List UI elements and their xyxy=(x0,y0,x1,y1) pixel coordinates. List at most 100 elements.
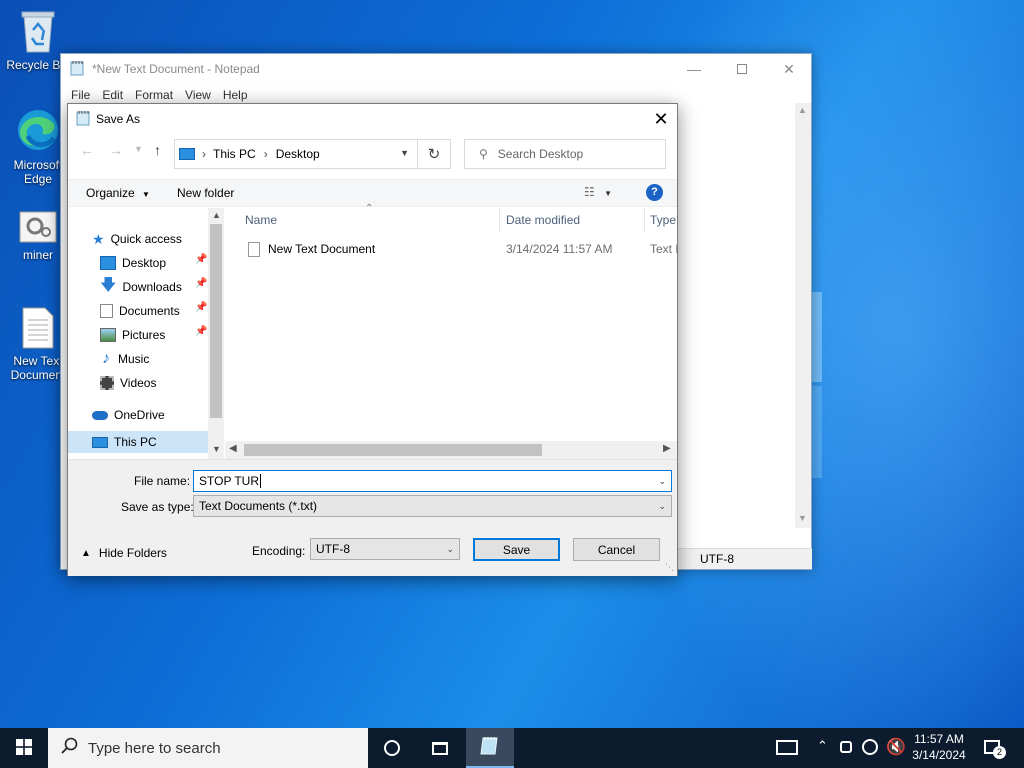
view-options-icon[interactable]: ☷ ▼ xyxy=(584,185,612,199)
pin-icon: 📌 xyxy=(195,254,208,265)
desktop-folder-icon xyxy=(100,256,116,270)
save-as-type-select[interactable]: Text Documents (*.txt) ⌄ xyxy=(193,495,672,517)
organize-button[interactable]: Organize ▼ xyxy=(86,186,150,200)
dialog-title: Save As xyxy=(96,112,141,126)
taskbar: Type here to search ⌃ 🔇 11:57 AM 3/14/20… xyxy=(0,728,1024,768)
search-icon xyxy=(61,737,79,759)
task-view-button[interactable] xyxy=(416,728,464,768)
taskbar-notepad-button[interactable] xyxy=(466,728,514,768)
back-arrow-icon[interactable]: ← xyxy=(80,142,94,158)
address-bar[interactable]: › This PC › Desktop ▼ xyxy=(174,139,418,169)
scroll-thumb[interactable] xyxy=(244,444,542,456)
minimize-button[interactable]: — xyxy=(671,54,717,84)
menu-file[interactable]: File xyxy=(65,88,96,102)
save-label: Save xyxy=(502,542,531,557)
clock[interactable]: 11:57 AM 3/14/2024 xyxy=(906,731,972,763)
encoding-label: Encoding: xyxy=(252,544,306,558)
news-widget-icon[interactable] xyxy=(776,740,798,755)
refresh-icon: ↻ xyxy=(427,146,441,163)
scroll-right-icon[interactable]: ▶ xyxy=(663,443,671,454)
notepad-vertical-scrollbar[interactable]: ▲ ▼ xyxy=(795,103,811,528)
close-icon: ✕ xyxy=(783,60,795,77)
nav-label: Videos xyxy=(120,376,157,390)
chevron-up-icon[interactable]: ⌃ xyxy=(817,738,828,754)
breadcrumb-desktop[interactable]: Desktop xyxy=(276,147,320,161)
up-arrow-icon[interactable]: ↑ xyxy=(154,142,161,158)
settings-file-icon xyxy=(18,210,58,244)
organize-label: Organize xyxy=(86,186,135,200)
file-list-horizontal-scrollbar[interactable]: ◀ ▶ xyxy=(225,441,677,459)
forward-arrow-icon[interactable]: → xyxy=(109,142,123,158)
volume-muted-icon[interactable]: 🔇 xyxy=(886,737,906,757)
dialog-titlebar[interactable]: Save As xyxy=(68,104,677,134)
breadcrumb-this-pc[interactable]: This PC xyxy=(213,147,256,161)
save-as-dialog: Save As ✕ ← → ▼ ↑ › This PC › Desktop ▼ … xyxy=(67,103,678,576)
address-dropdown-icon[interactable]: ▼ xyxy=(400,148,409,158)
nav-item-this-pc[interactable]: This PC xyxy=(68,431,208,453)
resize-grip-icon[interactable]: ⋱ xyxy=(665,562,674,573)
scroll-down-icon[interactable]: ▼ xyxy=(212,444,221,454)
nav-label: Desktop xyxy=(122,256,167,270)
cancel-button[interactable]: Cancel xyxy=(573,538,660,561)
cortana-button[interactable] xyxy=(368,728,416,768)
download-arrow-icon: 🡇 xyxy=(100,276,117,294)
scroll-up-icon[interactable]: ▲ xyxy=(798,105,807,115)
start-button[interactable] xyxy=(0,728,48,768)
chevron-down-icon: ⌄ xyxy=(446,544,454,554)
file-date: 3/14/2024 11:57 AM xyxy=(506,242,613,256)
chevron-down-icon[interactable]: ⌄ xyxy=(658,476,666,487)
close-button[interactable]: ✕ xyxy=(766,54,812,84)
file-name: New Text Document xyxy=(268,242,376,256)
notepad-icon xyxy=(479,735,501,760)
this-pc-icon xyxy=(179,148,195,160)
encoding-select[interactable]: UTF-8 ⌄ xyxy=(310,538,460,560)
text-cursor xyxy=(260,474,262,488)
menu-view[interactable]: View xyxy=(179,88,217,102)
hide-folders-button[interactable]: ▲ Hide Folders xyxy=(81,546,167,560)
notifications-button[interactable]: 2 xyxy=(982,736,1008,762)
scroll-up-icon[interactable]: ▲ xyxy=(212,210,221,220)
scroll-left-icon[interactable]: ◀ xyxy=(229,443,237,454)
network-globe-icon[interactable] xyxy=(862,739,878,755)
notification-count-badge: 2 xyxy=(993,746,1006,759)
save-button[interactable]: Save xyxy=(473,538,560,561)
recent-locations-chevron-icon[interactable]: ▼ xyxy=(134,144,143,154)
chevron-down-icon: ⌄ xyxy=(658,501,666,511)
this-pc-icon xyxy=(92,436,108,448)
cortana-circle-icon xyxy=(384,740,400,756)
menu-help[interactable]: Help xyxy=(217,88,254,102)
nav-pane-scrollbar[interactable]: ▲ ▼ xyxy=(208,208,224,459)
recycle-bin-icon xyxy=(18,8,58,54)
breadcrumb-separator-icon: › xyxy=(263,147,268,161)
scroll-down-icon[interactable]: ▼ xyxy=(798,513,807,523)
desktop-icon-label: Microsoft Edge xyxy=(13,158,63,186)
documents-icon xyxy=(100,304,113,318)
new-folder-button[interactable]: New folder xyxy=(177,186,234,200)
search-box[interactable]: ⚲ Search Desktop xyxy=(464,139,666,169)
pin-icon: 📌 xyxy=(195,278,208,289)
meet-now-icon[interactable] xyxy=(840,741,852,753)
cloud-icon xyxy=(92,410,108,420)
refresh-button[interactable]: ↻ xyxy=(417,139,451,169)
menu-format[interactable]: Format xyxy=(129,88,179,102)
help-icon[interactable]: ? xyxy=(646,184,663,201)
column-header-type[interactable]: Type xyxy=(650,208,677,232)
column-divider[interactable] xyxy=(644,208,645,232)
column-divider[interactable] xyxy=(499,208,500,232)
maximize-button[interactable] xyxy=(719,54,765,84)
clock-time: 11:57 AM xyxy=(914,732,964,746)
desktop-icon-label: New Text Document xyxy=(10,354,66,382)
column-label: Type xyxy=(650,213,677,227)
menu-edit[interactable]: Edit xyxy=(96,88,129,102)
taskbar-search-box[interactable]: Type here to search xyxy=(48,728,368,768)
column-label: Date modified xyxy=(506,213,581,227)
cancel-label: Cancel xyxy=(597,542,636,557)
file-row[interactable]: New Text Document 3/14/2024 11:57 AM Tex… xyxy=(244,238,677,260)
dialog-close-button[interactable]: ✕ xyxy=(645,104,677,134)
scroll-thumb[interactable] xyxy=(210,224,222,418)
file-name-input[interactable]: STOP TUR ⌄ xyxy=(193,470,672,492)
windows-logo-icon xyxy=(16,738,32,758)
column-header-date[interactable]: Date modified xyxy=(506,208,644,232)
text-file-icon xyxy=(248,241,260,257)
wallpaper-light-pane xyxy=(812,292,822,382)
